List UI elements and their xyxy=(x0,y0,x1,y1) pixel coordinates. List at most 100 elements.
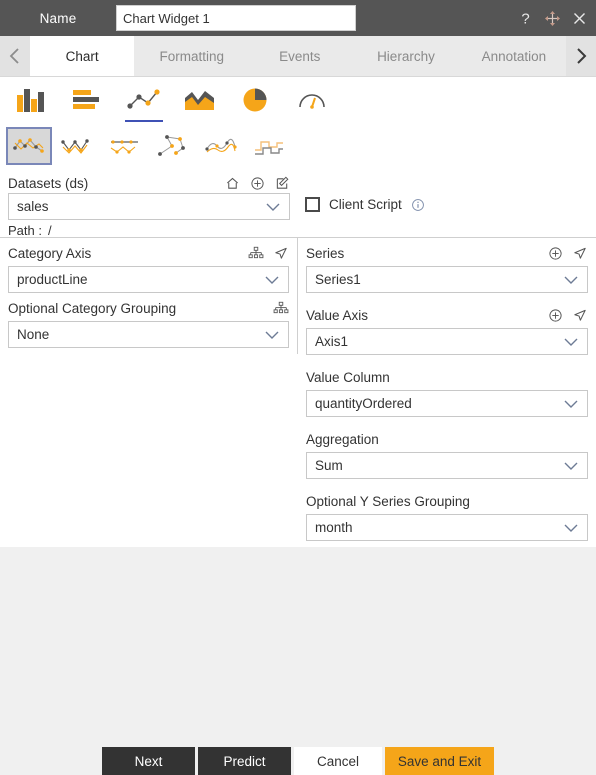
aggregation-field: Aggregation Sum xyxy=(298,424,596,479)
chart-type-toolbar xyxy=(0,77,596,123)
cursor-icon[interactable] xyxy=(273,246,289,261)
next-button[interactable]: Next xyxy=(102,747,195,775)
line-range-chart-icon[interactable] xyxy=(102,127,148,165)
configuration-panels: Category Axis productLine Optional Categ… xyxy=(0,237,596,547)
tab-chart[interactable]: Chart xyxy=(29,36,135,76)
category-axis-header: Category Axis xyxy=(8,243,289,263)
window-controls: ? xyxy=(517,0,588,36)
category-grouping-value: None xyxy=(17,327,50,342)
edit-icon[interactable] xyxy=(275,176,290,191)
client-script-row: Client Script xyxy=(305,197,425,212)
tab-bar: Chart Formatting Events Hierarchy Annota… xyxy=(0,36,596,77)
line-zigzag-chart-icon[interactable] xyxy=(54,127,100,165)
field-spacer xyxy=(298,355,596,362)
right-config-panel: Series Series1 Value Axis Axis1 Value Co… xyxy=(298,237,596,547)
line-marker-chart-icon[interactable] xyxy=(6,127,52,165)
chart-subtype-toolbar xyxy=(0,123,596,169)
left-config-panel: Category Axis productLine Optional Categ… xyxy=(0,237,298,354)
pie-chart-icon[interactable] xyxy=(228,77,284,123)
area-chart-icon[interactable] xyxy=(172,77,228,123)
cancel-button[interactable]: Cancel xyxy=(294,747,382,775)
tabs-scroll-left-button[interactable] xyxy=(0,36,30,76)
value-column-label: Value Column xyxy=(306,369,390,385)
hierarchy-icon[interactable] xyxy=(248,246,264,261)
add-circle-icon[interactable] xyxy=(548,246,563,261)
tab-label: Chart xyxy=(65,48,99,64)
cursor-icon[interactable] xyxy=(572,308,588,323)
field-spacer xyxy=(298,479,596,486)
cursor-icon[interactable] xyxy=(572,246,588,261)
tab-formatting[interactable]: Formatting xyxy=(134,36,249,76)
value-axis-label: Value Axis xyxy=(306,307,369,323)
series-value: Series1 xyxy=(315,272,361,287)
scatter-chart-icon[interactable] xyxy=(150,127,196,165)
tab-hierarchy[interactable]: Hierarchy xyxy=(350,36,461,76)
series-label: Series xyxy=(306,245,345,261)
home-icon[interactable] xyxy=(225,176,240,191)
tabs-scroll-right-button[interactable] xyxy=(566,36,596,76)
value-axis-select[interactable]: Axis1 xyxy=(306,328,588,355)
category-axis-field: Category Axis productLine xyxy=(0,238,297,293)
y-series-grouping-header: Optional Y Series Grouping xyxy=(306,491,588,511)
line-smooth-chart-icon[interactable] xyxy=(198,127,244,165)
path-value: / xyxy=(47,223,52,238)
aggregation-value: Sum xyxy=(315,458,343,473)
category-grouping-actions xyxy=(273,301,289,316)
value-axis-header: Value Axis xyxy=(306,305,588,325)
chevron-down-icon xyxy=(561,460,581,472)
footer-button-bar: Next Predict Cancel Save and Exit xyxy=(0,747,596,775)
bar-chart-icon[interactable] xyxy=(60,77,116,123)
tab-annotation[interactable]: Annotation xyxy=(462,36,566,76)
step-line-chart-icon[interactable] xyxy=(246,127,292,165)
gauge-chart-icon[interactable] xyxy=(284,77,340,123)
line-scatter-chart-icon[interactable] xyxy=(116,77,172,123)
tab-label: Formatting xyxy=(159,48,225,64)
datasets-label: Datasets (ds) xyxy=(8,175,89,191)
add-circle-icon[interactable] xyxy=(548,308,563,323)
client-script-checkbox[interactable] xyxy=(305,197,320,212)
category-axis-select[interactable]: productLine xyxy=(8,266,289,293)
aggregation-select[interactable]: Sum xyxy=(306,452,588,479)
series-select[interactable]: Series1 xyxy=(306,266,588,293)
hierarchy-icon[interactable] xyxy=(273,301,289,316)
y-series-grouping-select[interactable]: month xyxy=(306,514,588,541)
series-header: Series xyxy=(306,243,588,263)
value-column-select[interactable]: quantityOrdered xyxy=(306,390,588,417)
value-column-value: quantityOrdered xyxy=(315,396,412,411)
value-axis-field: Value Axis Axis1 xyxy=(298,300,596,355)
widget-name-input[interactable]: Chart Widget 1 xyxy=(116,5,356,31)
value-column-header: Value Column xyxy=(306,367,588,387)
datasets-select[interactable]: sales xyxy=(8,193,290,220)
chevron-down-icon xyxy=(262,329,282,341)
add-circle-icon[interactable] xyxy=(250,176,265,191)
chevron-down-icon xyxy=(561,336,581,348)
field-spacer xyxy=(298,417,596,424)
value-column-field: Value Column quantityOrdered xyxy=(298,362,596,417)
category-grouping-label: Optional Category Grouping xyxy=(8,300,177,316)
category-axis-value: productLine xyxy=(17,272,88,287)
aggregation-header: Aggregation xyxy=(306,429,588,449)
category-grouping-field: Optional Category Grouping None xyxy=(0,293,297,348)
series-field: Series Series1 xyxy=(298,238,596,293)
predict-button[interactable]: Predict xyxy=(198,747,291,775)
chevron-down-icon xyxy=(561,274,581,286)
close-icon[interactable] xyxy=(571,10,588,27)
move-icon[interactable] xyxy=(544,10,561,27)
help-icon[interactable]: ? xyxy=(517,10,534,27)
category-grouping-header: Optional Category Grouping xyxy=(8,298,289,318)
category-grouping-select[interactable]: None xyxy=(8,321,289,348)
aggregation-label: Aggregation xyxy=(306,431,379,447)
tab-label: Events xyxy=(279,48,321,64)
datasets-section: Datasets (ds) sales Path : / Client Scrip… xyxy=(0,169,596,238)
dataset-path: Path : / xyxy=(0,223,596,238)
info-icon[interactable] xyxy=(411,198,425,212)
y-series-grouping-field: Optional Y Series Grouping month xyxy=(298,486,596,541)
save-and-exit-button[interactable]: Save and Exit xyxy=(385,747,494,775)
name-label: Name xyxy=(39,10,77,26)
y-series-grouping-value: month xyxy=(315,520,353,535)
value-axis-actions xyxy=(548,308,588,323)
column-chart-icon[interactable] xyxy=(4,77,60,123)
field-spacer xyxy=(298,293,596,300)
path-label: Path : xyxy=(8,223,42,238)
tab-events[interactable]: Events xyxy=(249,36,350,76)
